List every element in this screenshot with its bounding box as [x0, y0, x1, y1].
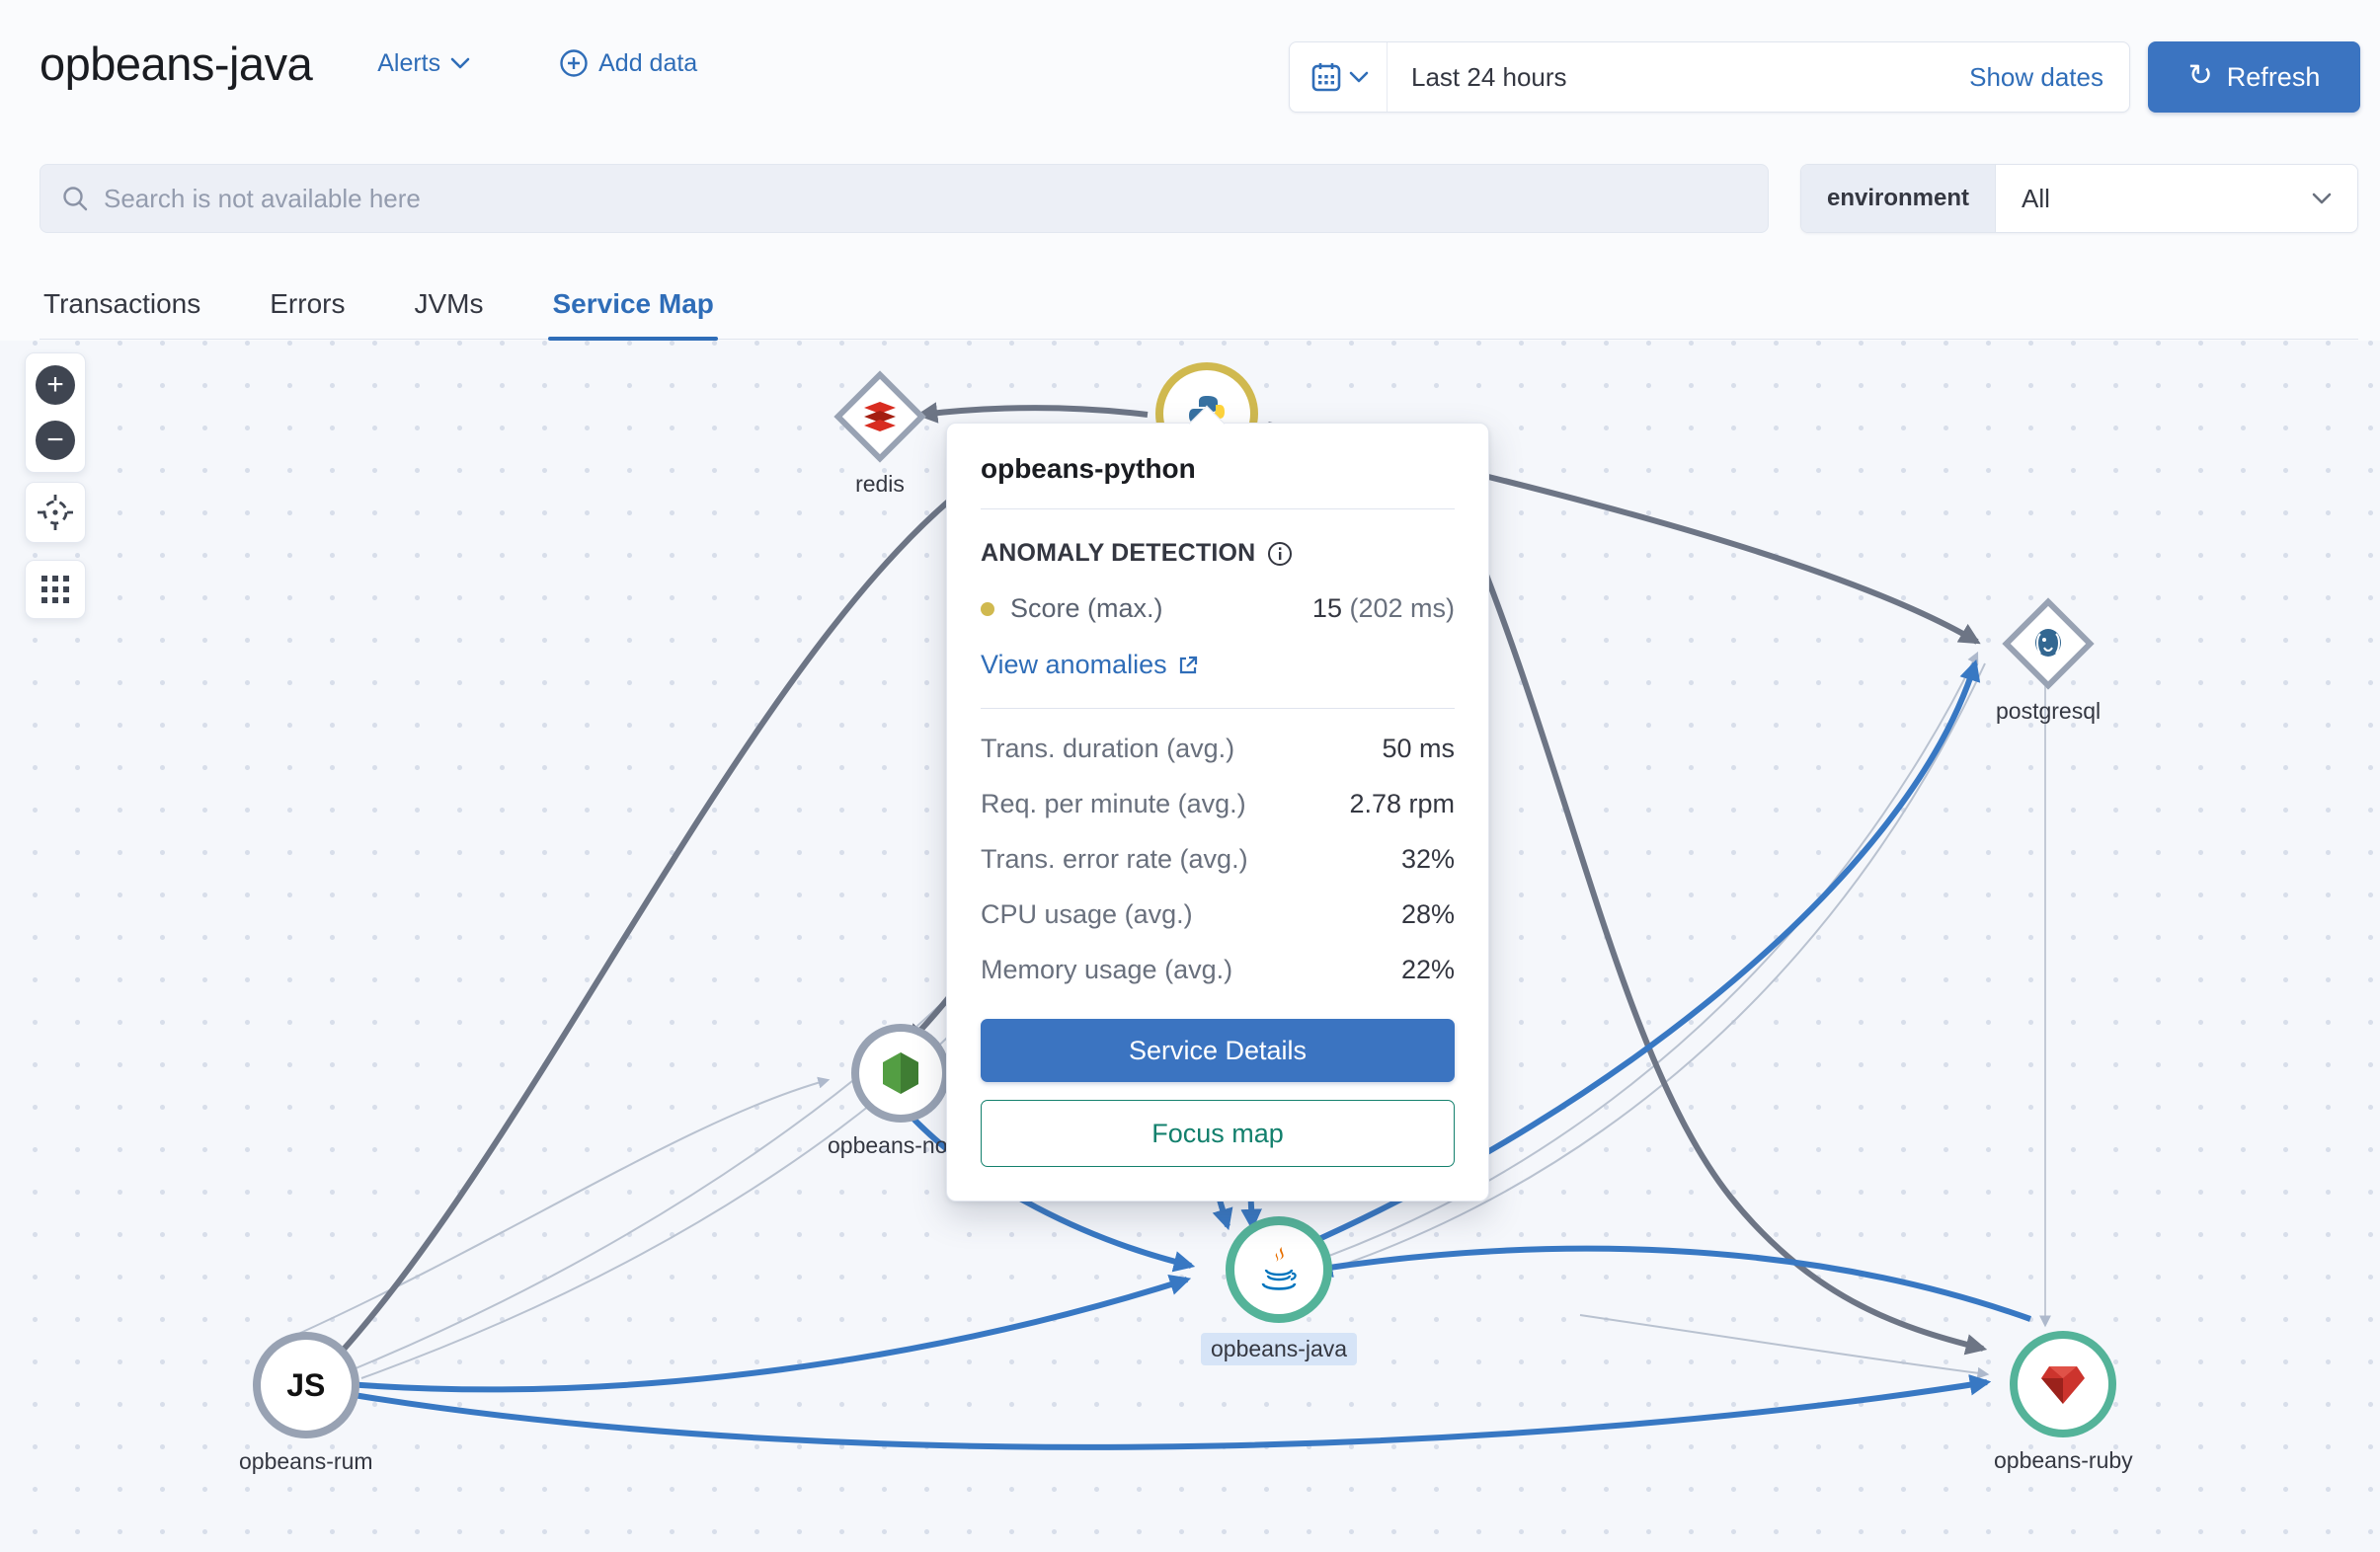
score-label: Score (max.)	[1010, 593, 1163, 624]
zoom-in-button[interactable]: +	[36, 365, 75, 405]
zoom-controls: + −	[25, 352, 86, 473]
chevron-down-icon	[1349, 71, 1369, 83]
show-dates-button[interactable]: Show dates	[1969, 62, 2129, 93]
view-anomalies-link[interactable]: View anomalies	[981, 650, 1455, 709]
metric-label: CPU usage (avg.)	[981, 899, 1193, 930]
metric-label: Trans. duration (avg.)	[981, 734, 1234, 764]
node-label: opbeans-ruby	[1994, 1447, 2133, 1474]
node-label-selected: opbeans-java	[1201, 1333, 1357, 1365]
center-map-button[interactable]	[25, 482, 86, 543]
plus-icon: +	[46, 370, 64, 400]
refresh-button[interactable]: ↻ Refresh	[2148, 41, 2360, 113]
node-label: opbeans-rum	[239, 1448, 373, 1475]
metric-row: Trans. error rate (avg.) 32%	[981, 844, 1455, 875]
filter-bar: environment All	[40, 164, 2358, 233]
redis-icon	[862, 400, 898, 433]
search-icon	[60, 184, 90, 213]
tab-service-map[interactable]: Service Map	[548, 269, 717, 339]
refresh-icon: ↻	[2188, 61, 2213, 91]
focus-map-button[interactable]: Focus map	[981, 1100, 1455, 1167]
add-data-button[interactable]: Add data	[559, 48, 697, 78]
chevron-down-icon	[2312, 193, 2332, 204]
metric-value: 22%	[1401, 955, 1455, 985]
page-title: opbeans-java	[40, 37, 312, 91]
nodejs-icon	[880, 1050, 921, 1096]
node-label: postgresql	[1996, 698, 2101, 725]
anomaly-detection-heading: ANOMALY DETECTION	[981, 539, 1455, 568]
environment-filter: environment All	[1800, 164, 2358, 233]
info-icon[interactable]	[1267, 541, 1293, 567]
metric-row: Req. per minute (avg.) 2.78 rpm	[981, 789, 1455, 819]
add-data-label: Add data	[598, 49, 697, 78]
grid-icon	[39, 573, 72, 606]
metric-value: 32%	[1401, 844, 1455, 875]
time-range-value[interactable]: Last 24 hours	[1388, 62, 1969, 93]
metric-value: 50 ms	[1382, 734, 1455, 764]
service-details-button[interactable]: Service Details	[981, 1019, 1455, 1082]
metric-label: Trans. error rate (avg.)	[981, 844, 1248, 875]
metric-label: Memory usage (avg.)	[981, 955, 1232, 985]
metric-row: CPU usage (avg.) 28%	[981, 899, 1455, 930]
alerts-menu[interactable]: Alerts	[377, 49, 470, 78]
alerts-label: Alerts	[377, 49, 440, 78]
popover-title: opbeans-python	[981, 453, 1455, 509]
node-opbeans-java[interactable]: opbeans-java	[1201, 1216, 1357, 1365]
apm-service-page: opbeans-java Alerts Add data Last 24 hou…	[0, 0, 2380, 1552]
node-postgresql[interactable]: postgresql	[1996, 599, 2101, 725]
view-anomalies-label: View anomalies	[981, 650, 1167, 680]
service-popover-opbeans-python: opbeans-python ANOMALY DETECTION Score (…	[946, 423, 1489, 1202]
node-opbeans-ruby[interactable]: opbeans-ruby	[1994, 1331, 2133, 1474]
environment-filter-label: environment	[1801, 165, 1996, 232]
metric-value: 2.78 rpm	[1349, 789, 1455, 819]
service-tabs: Transactions Errors JVMs Service Map	[40, 269, 2358, 340]
anomaly-score-row: Score (max.) 15 (202 ms)	[981, 593, 1455, 624]
tab-transactions[interactable]: Transactions	[40, 269, 204, 339]
map-grid-button[interactable]	[25, 560, 86, 619]
environment-select[interactable]: All	[1996, 165, 2357, 232]
ruby-icon	[2039, 1362, 2087, 1406]
refresh-label: Refresh	[2227, 62, 2321, 93]
search-input[interactable]	[104, 184, 1748, 214]
date-picker[interactable]: Last 24 hours Show dates	[1289, 41, 2130, 113]
minus-icon: −	[46, 426, 64, 455]
search-box[interactable]	[40, 164, 1769, 233]
javascript-icon: JS	[286, 1367, 325, 1404]
tab-jvms[interactable]: JVMs	[410, 269, 487, 339]
calendar-icon	[1311, 61, 1341, 93]
crosshair-icon	[36, 493, 75, 532]
environment-selected-value: All	[2022, 184, 2050, 214]
metric-value: 28%	[1401, 899, 1455, 930]
java-icon	[1256, 1244, 1302, 1295]
chevron-down-icon	[450, 57, 470, 69]
zoom-out-button[interactable]: −	[36, 421, 75, 460]
anomaly-severity-dot	[981, 602, 994, 616]
node-redis[interactable]: redis	[835, 372, 924, 498]
plus-circle-icon	[559, 48, 589, 78]
metric-label: Req. per minute (avg.)	[981, 789, 1246, 819]
node-opbeans-rum[interactable]: JS opbeans-rum	[239, 1332, 373, 1475]
time-picker-group: Last 24 hours Show dates ↻ Refresh	[1289, 41, 2360, 113]
anomaly-heading-label: ANOMALY DETECTION	[981, 539, 1255, 568]
external-link-icon	[1177, 655, 1199, 676]
metric-row: Trans. duration (avg.) 50 ms	[981, 734, 1455, 764]
metric-row: Memory usage (avg.) 22%	[981, 955, 1455, 985]
node-label: redis	[855, 471, 905, 498]
postgresql-icon	[2030, 626, 2066, 661]
calendar-menu-button[interactable]	[1290, 42, 1388, 112]
tab-errors[interactable]: Errors	[266, 269, 349, 339]
score-value: 15 (202 ms)	[1312, 593, 1455, 624]
